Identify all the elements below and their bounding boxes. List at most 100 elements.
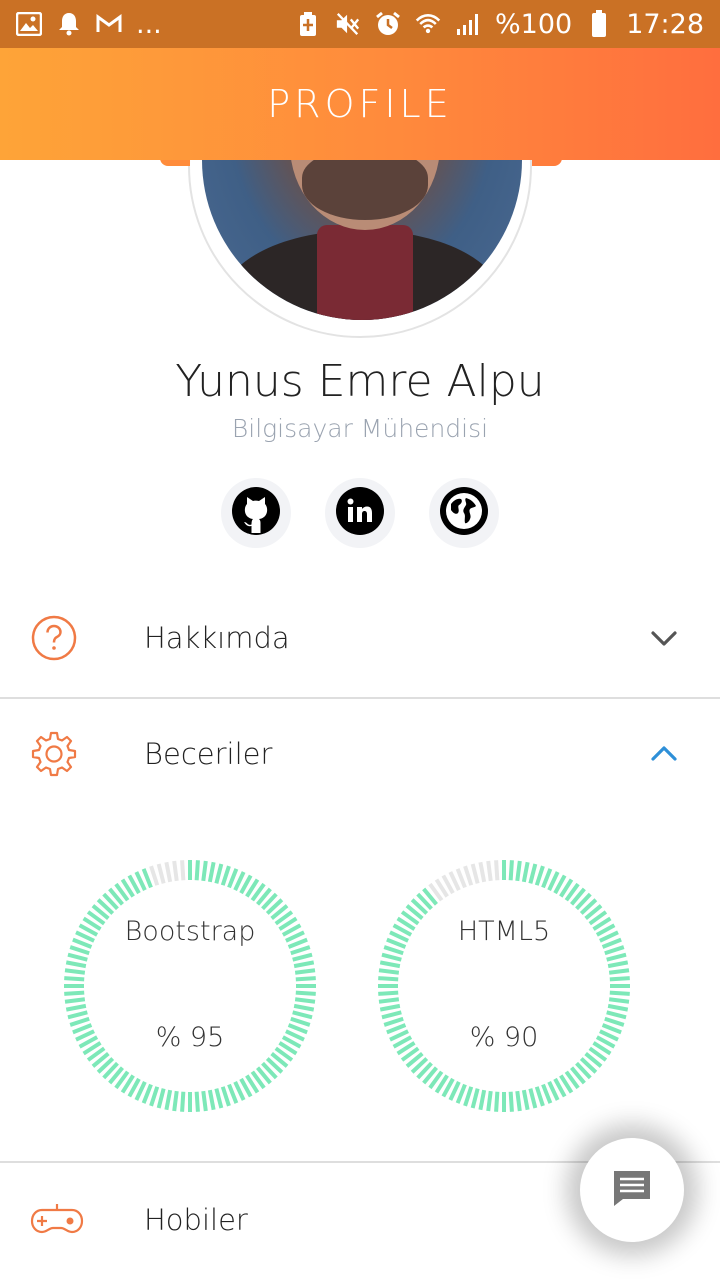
ring-segment-filled	[294, 997, 316, 1004]
page-title: PROFILE	[267, 82, 453, 126]
ring-segment-filled	[164, 1089, 173, 1111]
globe-icon	[439, 486, 489, 540]
social-links	[0, 478, 720, 548]
profile-name: Yunus Emre Alpu	[175, 356, 545, 407]
ring-segment-empty	[164, 861, 173, 883]
status-left: ...	[16, 9, 162, 40]
ring-segment-filled	[292, 952, 313, 962]
ring-segment-filled	[455, 1083, 467, 1104]
ring-segment-filled	[378, 976, 399, 982]
accordion-skills[interactable]: Beceriler	[0, 696, 720, 812]
ring-segment-filled	[64, 976, 85, 982]
skill-value: % 90	[469, 1022, 539, 1053]
ring-segment-filled	[609, 990, 630, 996]
wifi-icon	[415, 11, 441, 37]
gmail-icon	[96, 11, 122, 37]
ring-segment-filled	[214, 1088, 224, 1109]
ring-segment-filled	[607, 960, 629, 969]
ring-segment-filled	[295, 990, 316, 996]
question-circle-icon	[30, 614, 78, 662]
ring-segment-filled	[607, 1003, 629, 1012]
ring-segment-filled	[156, 1088, 166, 1109]
linkedin-icon	[335, 486, 385, 540]
ring-segment-filled	[294, 968, 316, 975]
ring-segment-filled	[606, 952, 627, 962]
ring-segment-filled	[201, 860, 208, 882]
ring-segment-filled	[201, 1090, 208, 1112]
website-button[interactable]	[429, 478, 499, 548]
ring-segment-filled	[378, 968, 400, 975]
skill-name: HTML5	[457, 916, 551, 947]
ring-segment-filled	[379, 1003, 401, 1012]
chevron-down-icon[interactable]	[648, 622, 680, 654]
ring-segment-filled	[69, 945, 90, 956]
ring-segment-filled	[207, 1089, 216, 1111]
skill-gauge-bootstrap: Bootstrap % 95	[60, 856, 320, 1116]
ring-segment-filled	[141, 868, 153, 889]
linkedin-button[interactable]	[325, 478, 395, 548]
ring-segment-filled	[214, 863, 224, 884]
github-icon	[231, 486, 281, 540]
ring-segment-filled	[381, 1010, 402, 1020]
alarm-icon	[375, 11, 401, 37]
ring-segment-empty	[494, 860, 500, 881]
ring-segment-filled	[541, 868, 553, 889]
app-header: PROFILE	[0, 48, 720, 160]
ring-segment-empty	[180, 860, 186, 881]
battery-percent: %100	[494, 8, 573, 40]
ring-segment-filled	[290, 945, 311, 956]
ring-segment-filled	[378, 990, 399, 996]
ring-segment-filled	[227, 868, 239, 889]
skill-value: % 95	[155, 1022, 225, 1053]
accordion-skills-label: Beceriler	[144, 737, 273, 771]
ring-segment-filled	[293, 960, 315, 969]
accordion-hobbies-label: Hobiler	[144, 1203, 248, 1237]
ring-segment-filled	[534, 1086, 545, 1107]
ring-segment-filled	[64, 968, 86, 975]
ring-segment-empty	[478, 861, 487, 883]
ring-segment-filled	[172, 1090, 179, 1112]
ring-segment-filled	[470, 1088, 480, 1109]
ring-segment-filled	[534, 865, 545, 886]
github-button[interactable]	[221, 478, 291, 548]
gear-icon	[30, 730, 78, 778]
ring-segment-filled	[508, 860, 514, 881]
ring-segment-filled	[528, 863, 538, 884]
avatar	[202, 160, 522, 320]
accordion-about[interactable]: Hakkımda	[0, 580, 720, 696]
gamepad-icon	[30, 1196, 84, 1244]
ring-segment-empty	[156, 863, 166, 884]
bell-icon	[56, 11, 82, 37]
ring-segment-filled	[478, 1089, 487, 1111]
ring-segment-filled	[521, 861, 530, 883]
ring-segment-filled	[515, 860, 522, 882]
ring-segment-filled	[609, 976, 630, 982]
ring-segment-filled	[383, 945, 404, 956]
ring-segment-filled	[149, 1086, 160, 1107]
avatar-container	[0, 160, 720, 340]
ring-segment-filled	[521, 1089, 530, 1111]
accordion-about-label: Hakkımda	[144, 621, 290, 655]
ring-segment-filled	[227, 1083, 239, 1104]
ring-segment-empty	[470, 863, 480, 884]
image-icon	[16, 11, 42, 37]
skill-ring	[378, 860, 630, 1112]
battery-icon	[586, 10, 612, 37]
clock: 17:28	[626, 8, 704, 40]
chevron-up-icon[interactable]	[648, 738, 680, 770]
ring-segment-filled	[463, 1086, 474, 1107]
chat-fab-button[interactable]	[580, 1138, 684, 1242]
ring-segment-filled	[67, 952, 88, 962]
ring-segment-filled	[604, 945, 625, 956]
ring-segment-filled	[379, 960, 401, 969]
ring-segment-filled	[378, 997, 400, 1004]
mute-icon	[335, 11, 361, 37]
ring-segment-filled	[292, 1010, 313, 1020]
ring-segment-filled	[220, 1086, 231, 1107]
ring-segment-empty	[455, 868, 467, 889]
ring-segment-filled	[65, 1003, 87, 1012]
ring-segment-filled	[606, 1010, 627, 1020]
ring-segment-empty	[463, 865, 474, 886]
ring-segment-filled	[486, 1090, 493, 1112]
ring-segment-filled	[220, 865, 231, 886]
